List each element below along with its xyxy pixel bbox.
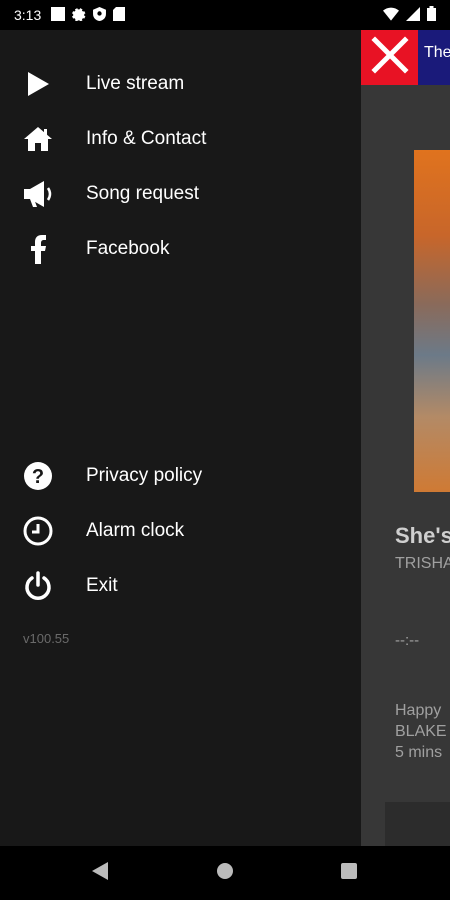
close-ad-button[interactable] [361, 30, 418, 85]
next-song-info: Happy BLAKE 5 mins [395, 700, 447, 763]
menu-item-exit[interactable]: Exit [0, 558, 361, 613]
nav-recents-button[interactable] [319, 846, 379, 900]
menu-item-song-request[interactable]: Song request [0, 166, 361, 221]
ad-banner[interactable]: The [418, 30, 450, 85]
next-song-artist: BLAKE [395, 723, 447, 740]
help-icon: ? [22, 460, 54, 492]
gear-icon [72, 7, 86, 24]
menu-item-privacy-policy[interactable]: ? Privacy policy [0, 448, 361, 503]
power-icon [22, 570, 54, 602]
nav-back-button[interactable] [70, 846, 130, 900]
svg-text:?: ? [32, 466, 44, 488]
back-icon [92, 861, 108, 885]
recents-icon [341, 862, 357, 884]
menu-item-label: Privacy policy [86, 464, 203, 486]
home-icon [22, 123, 54, 155]
menu-item-label: Alarm clock [86, 519, 185, 541]
clock-icon [22, 515, 54, 547]
next-song-time: 5 mins [395, 744, 443, 761]
song-time: --:-- [395, 632, 420, 649]
menu-item-label: Info & Contact [86, 127, 207, 149]
system-nav-bar [0, 846, 450, 900]
facebook-icon [22, 233, 54, 265]
menu-item-label: Facebook [86, 237, 170, 259]
megaphone-icon [22, 178, 54, 210]
app-version: v100.55 [23, 631, 70, 646]
play-icon [22, 68, 54, 100]
shield-icon [93, 6, 107, 24]
menu-item-info-contact[interactable]: Info & Contact [0, 111, 361, 166]
album-art [414, 150, 450, 492]
navigation-drawer: Live stream Info & Contact Song request … [0, 30, 361, 846]
nav-home-button[interactable] [195, 846, 255, 900]
menu-item-label: Song request [86, 182, 200, 204]
square-notification-icon [51, 6, 66, 24]
ad-banner-text: The [424, 44, 450, 61]
next-song-title: Happy [395, 702, 442, 719]
menu-item-live-stream[interactable]: Live stream [0, 56, 361, 111]
menu-item-facebook[interactable]: Facebook [0, 221, 361, 276]
status-time: 3:13 [14, 7, 42, 23]
wifi-icon [383, 7, 399, 24]
battery-icon [427, 6, 436, 24]
screen: 3:13 The She's TRISHA --:-- Happy BLAKE … [0, 0, 450, 900]
menu-item-label: Exit [86, 574, 118, 596]
menu-item-label: Live stream [86, 72, 185, 94]
bottom-card[interactable] [385, 802, 450, 846]
status-bar: 3:13 [0, 0, 450, 30]
signal-icon [406, 6, 420, 24]
menu-item-alarm-clock[interactable]: Alarm clock [0, 503, 361, 558]
sd-card-icon [113, 6, 126, 24]
home-circle-icon [216, 862, 234, 885]
song-title: She's [395, 523, 450, 548]
close-icon [370, 35, 410, 80]
song-artist: TRISHA [395, 555, 450, 572]
